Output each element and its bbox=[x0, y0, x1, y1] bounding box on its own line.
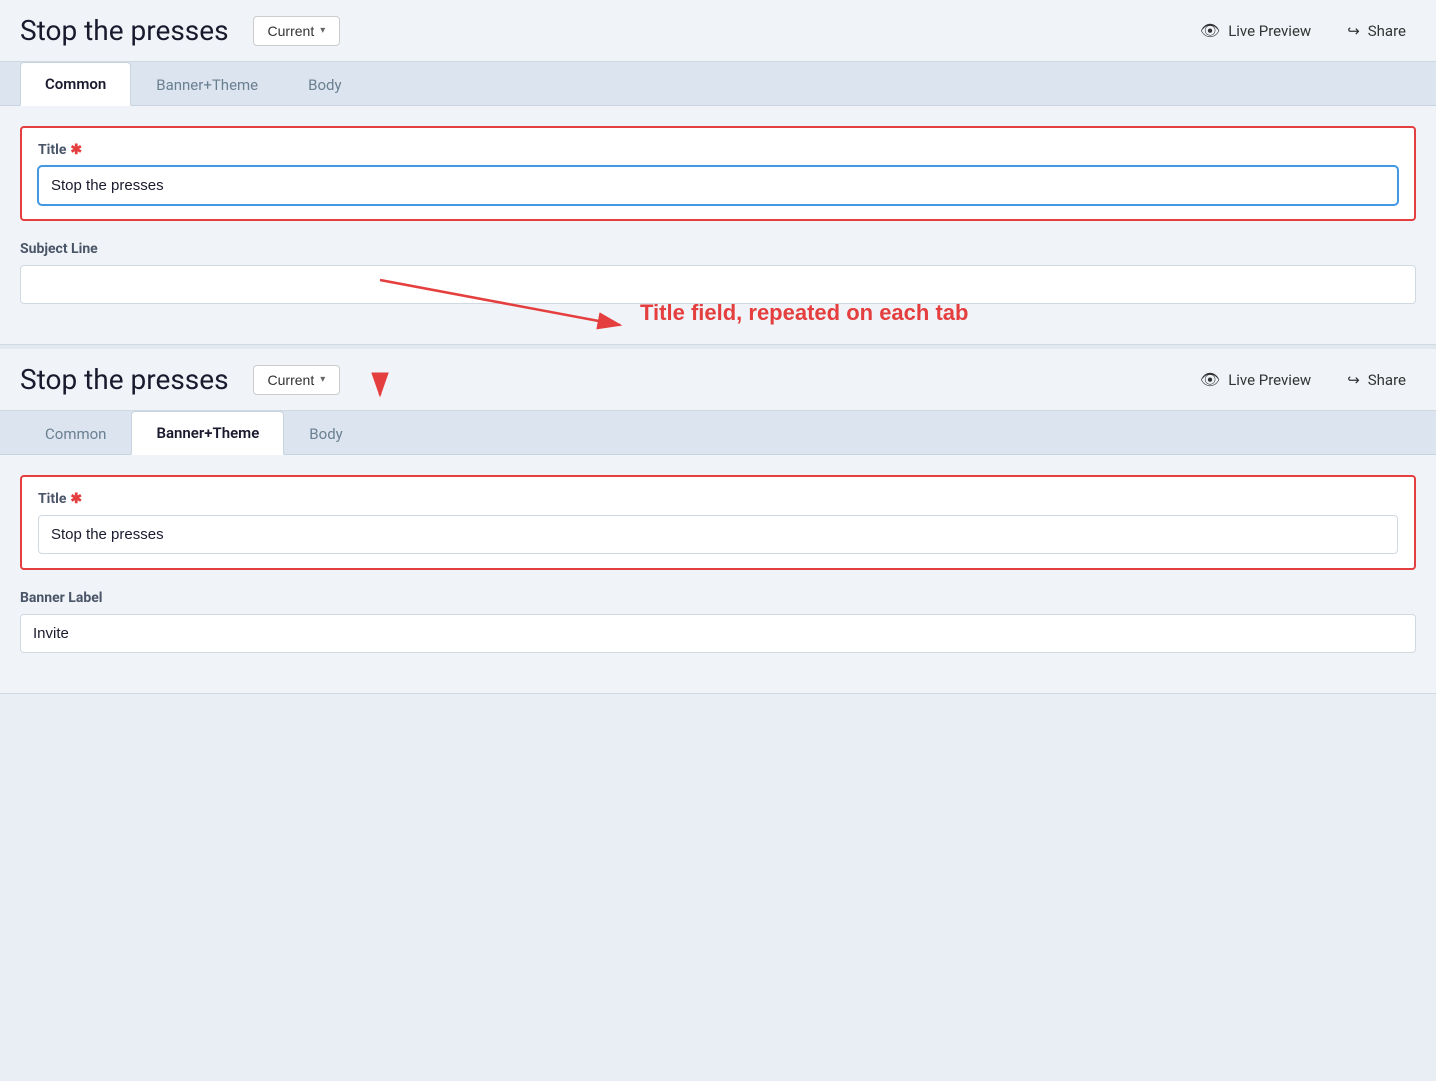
share-icon-2: ↪ bbox=[1347, 371, 1360, 389]
tab-body-2[interactable]: Body bbox=[284, 412, 367, 455]
title-section-1: Title ✱ bbox=[20, 126, 1416, 221]
panel-1: Stop the presses Current ▾ 👁 Live Previe… bbox=[0, 0, 1436, 345]
live-preview-button-2[interactable]: 👁 Live Preview bbox=[1190, 364, 1321, 395]
live-preview-label-2: Live Preview bbox=[1228, 371, 1311, 389]
current-dropdown-1[interactable]: Current ▾ bbox=[253, 16, 341, 46]
panel-2-title: Stop the presses bbox=[20, 363, 229, 396]
panel-1-body: Title ✱ Subject Line bbox=[0, 126, 1436, 344]
subject-line-section: Subject Line bbox=[20, 241, 1416, 304]
current-dropdown-2[interactable]: Current ▾ bbox=[253, 365, 341, 395]
title-field-required-1: ✱ bbox=[70, 142, 82, 158]
title-input-1[interactable] bbox=[38, 166, 1398, 205]
panel-2: Stop the presses Current ▾ 👁 Live Previe… bbox=[0, 349, 1436, 694]
title-section-2: Title ✱ bbox=[20, 475, 1416, 570]
panel-2-tabs: Common Banner+Theme Body bbox=[0, 411, 1436, 455]
live-preview-button-1[interactable]: 👁 Live Preview bbox=[1190, 15, 1321, 46]
current-dropdown-2-label: Current bbox=[268, 372, 315, 388]
share-label-1: Share bbox=[1368, 22, 1406, 40]
panel-2-body: Title ✱ Banner Label bbox=[0, 475, 1436, 693]
banner-label-section: Banner Label bbox=[20, 590, 1416, 653]
panel-1-title: Stop the presses bbox=[20, 14, 229, 47]
panel-2-header: Stop the presses Current ▾ 👁 Live Previe… bbox=[0, 349, 1436, 411]
chevron-down-icon-2: ▾ bbox=[320, 374, 325, 385]
tab-common-1[interactable]: Common bbox=[20, 62, 131, 106]
share-icon-1: ↪ bbox=[1347, 22, 1360, 40]
chevron-down-icon-1: ▾ bbox=[320, 25, 325, 36]
tab-body-1[interactable]: Body bbox=[283, 63, 366, 106]
panel-1-tabs: Common Banner+Theme Body bbox=[0, 62, 1436, 106]
title-field-required-2: ✱ bbox=[70, 491, 82, 507]
panel-1-header: Stop the presses Current ▾ 👁 Live Previe… bbox=[0, 0, 1436, 62]
banner-label-label: Banner Label bbox=[20, 590, 1416, 606]
tab-banner-theme-2[interactable]: Banner+Theme bbox=[131, 411, 284, 455]
tab-banner-theme-1[interactable]: Banner+Theme bbox=[131, 63, 283, 106]
title-input-2[interactable] bbox=[38, 515, 1398, 554]
title-field-label-2: Title ✱ bbox=[38, 491, 1398, 507]
share-button-2[interactable]: ↪ Share bbox=[1337, 365, 1416, 395]
share-label-2: Share bbox=[1368, 371, 1406, 389]
share-button-1[interactable]: ↪ Share bbox=[1337, 16, 1416, 46]
live-preview-label-1: Live Preview bbox=[1228, 22, 1311, 40]
title-field-label-1: Title ✱ bbox=[38, 142, 1398, 158]
current-dropdown-1-label: Current bbox=[268, 23, 315, 39]
panels-wrapper: Stop the presses Current ▾ 👁 Live Previe… bbox=[0, 0, 1436, 694]
banner-label-input[interactable] bbox=[20, 614, 1416, 653]
subject-line-label: Subject Line bbox=[20, 241, 1416, 257]
tab-common-2[interactable]: Common bbox=[20, 412, 131, 455]
eye-icon-1: 👁 bbox=[1200, 21, 1220, 40]
eye-icon-2: 👁 bbox=[1200, 370, 1220, 389]
subject-line-input[interactable] bbox=[20, 265, 1416, 304]
